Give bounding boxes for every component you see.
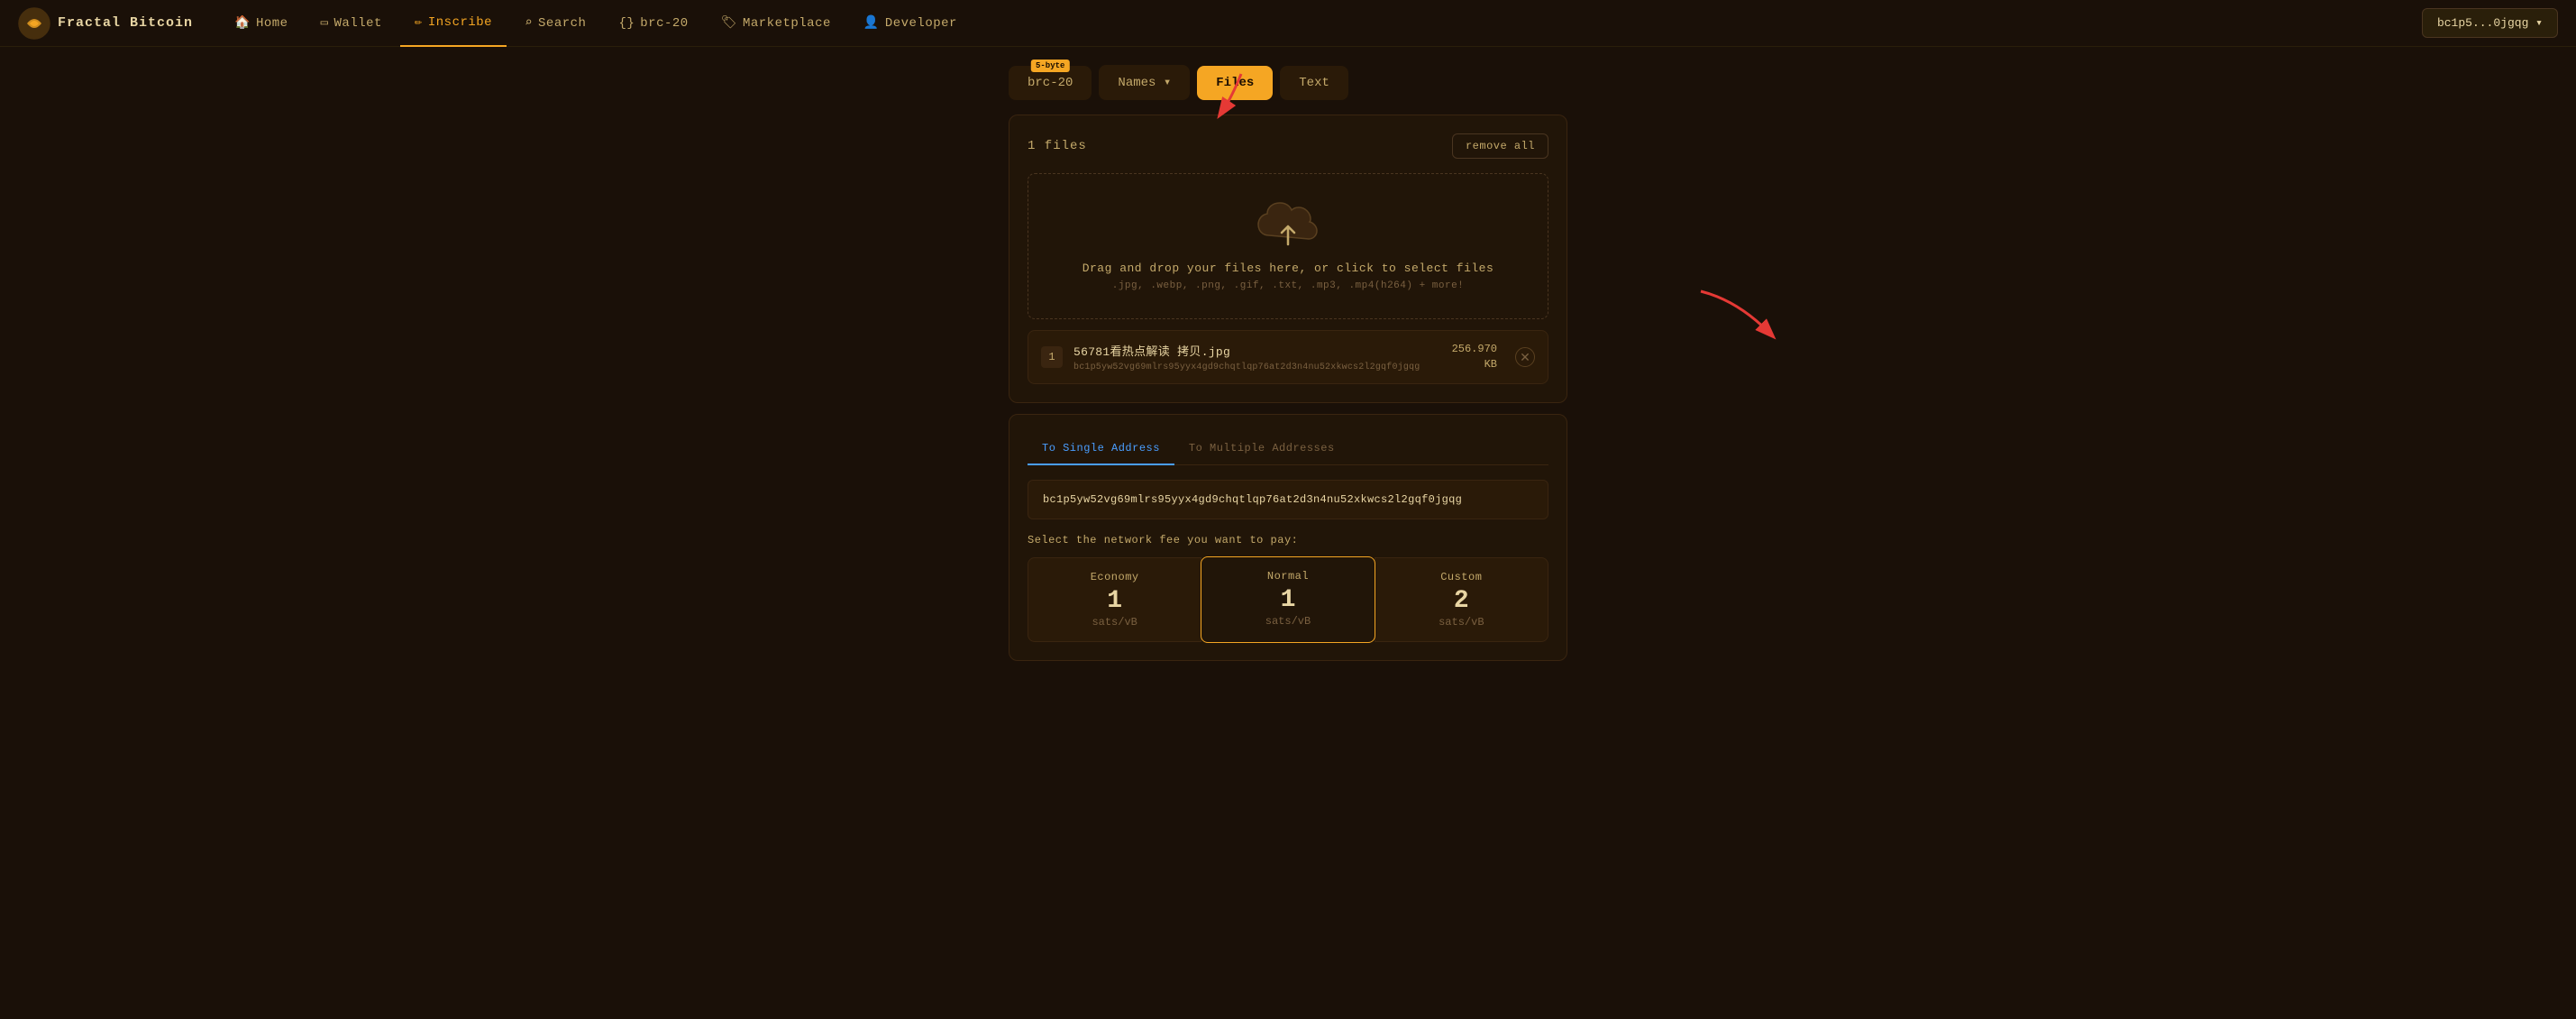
tabs-row: 5-byte brc-20 Names ▾ Files Text <box>1009 65 1567 100</box>
wallet-address-button[interactable]: bc1p5...0jgqg ▾ <box>2422 8 2558 38</box>
fee-custom-value: 2 <box>1384 589 1539 614</box>
file-item: 1 56781看热点解读 拷贝.jpg bc1p5yw52vg69mlrs95y… <box>1028 330 1548 384</box>
search-icon: ⌕ <box>525 15 533 31</box>
drop-zone[interactable]: Drag and drop your files here, or click … <box>1028 173 1548 319</box>
address-input[interactable] <box>1028 480 1548 519</box>
file-address: bc1p5yw52vg69mlrs95yyx4gd9chqtlqp76at2d3… <box>1073 363 1441 372</box>
file-size: 256.970 KB <box>1452 342 1497 372</box>
page-container: 5-byte brc-20 Names ▾ Files Text <box>1009 65 1567 672</box>
addr-tab-single[interactable]: To Single Address <box>1028 433 1174 465</box>
nav-label-inscribe: Inscribe <box>428 15 492 30</box>
drop-formats: .jpg, .webp, .png, .gif, .txt, .mp3, .mp… <box>1046 280 1530 291</box>
tab-badge-brc20: 5-byte <box>1031 60 1069 72</box>
fee-economy-unit: sats/vB <box>1037 616 1192 629</box>
nav-label-marketplace: Marketplace <box>743 16 831 31</box>
nav-label-wallet: Wallet <box>334 16 382 31</box>
fee-options: Economy 1 sats/vB Normal 1 sats/vB Custo… <box>1028 557 1548 642</box>
nav-right: bc1p5...0jgqg ▾ <box>2422 8 2558 38</box>
fee-option-normal[interactable]: Normal 1 sats/vB <box>1201 556 1375 643</box>
fee-custom-name: Custom <box>1384 571 1539 583</box>
nav-item-developer[interactable]: 👤 Developer <box>849 0 972 47</box>
marketplace-icon: 🏷 <box>721 15 737 31</box>
home-icon: 🏠 <box>234 15 251 31</box>
file-remove-button[interactable]: ✕ <box>1515 347 1535 367</box>
logo[interactable]: Fractal Bitcoin <box>18 7 193 40</box>
upload-icon-wrapper <box>1046 201 1530 251</box>
wallet-address-label: bc1p5...0jgqg ▾ <box>2437 16 2543 30</box>
tab-files[interactable]: Files <box>1197 66 1273 100</box>
section-header: 1 files remove all <box>1028 133 1548 159</box>
tab-text[interactable]: Text <box>1280 66 1348 100</box>
file-info: 56781看热点解读 拷贝.jpg bc1p5yw52vg69mlrs95yyx… <box>1073 342 1441 372</box>
nav-item-wallet[interactable]: ▭ Wallet <box>306 0 397 47</box>
nav-item-inscribe[interactable]: ✏ Inscribe <box>400 0 507 47</box>
nav-item-search[interactable]: ⌕ Search <box>510 0 600 47</box>
file-number: 1 <box>1041 346 1063 368</box>
files-count: 1 files <box>1028 139 1087 153</box>
fee-economy-name: Economy <box>1037 571 1192 583</box>
logo-text: Fractal Bitcoin <box>58 15 193 31</box>
fee-normal-unit: sats/vB <box>1210 615 1365 628</box>
remove-all-button[interactable]: remove all <box>1452 133 1548 159</box>
nav-items: 🏠 Home ▭ Wallet ✏ Inscribe ⌕ Search {} b… <box>220 0 2422 47</box>
navbar: Fractal Bitcoin 🏠 Home ▭ Wallet ✏ Inscri… <box>0 0 2576 47</box>
tabs-section: 5-byte brc-20 Names ▾ Files Text <box>1009 65 1567 100</box>
inscribe-icon: ✏ <box>415 14 423 30</box>
upload-section: 1 files remove all Drag and drop your fi… <box>1009 115 1567 403</box>
fee-option-custom[interactable]: Custom 2 sats/vB <box>1375 557 1548 642</box>
tab-brc20[interactable]: 5-byte brc-20 <box>1009 66 1092 100</box>
nav-label-home: Home <box>256 16 288 31</box>
nav-item-home[interactable]: 🏠 Home <box>220 0 303 47</box>
nav-label-brc20: brc-20 <box>640 16 688 31</box>
wallet-icon: ▭ <box>321 15 329 31</box>
nav-label-developer: Developer <box>885 16 957 31</box>
drop-text: Drag and drop your files here, or click … <box>1046 262 1530 275</box>
fee-normal-name: Normal <box>1210 570 1365 583</box>
nav-item-brc20[interactable]: {} brc-20 <box>604 0 702 47</box>
nav-label-search: Search <box>538 16 586 31</box>
nav-item-marketplace[interactable]: 🏷 Marketplace <box>707 0 845 47</box>
main-content: 5-byte brc-20 Names ▾ Files Text <box>0 47 2576 690</box>
fee-normal-value: 1 <box>1210 588 1365 613</box>
brc20-icon: {} <box>618 16 635 31</box>
upload-cloud-icon <box>1256 201 1320 251</box>
file-name: 56781看热点解读 拷贝.jpg <box>1073 342 1441 359</box>
fee-custom-unit: sats/vB <box>1384 616 1539 629</box>
fee-label: Select the network fee you want to pay: <box>1028 534 1548 546</box>
developer-icon: 👤 <box>863 15 880 31</box>
address-section: To Single Address To Multiple Addresses … <box>1009 414 1567 661</box>
fee-option-economy[interactable]: Economy 1 sats/vB <box>1028 557 1201 642</box>
tab-names[interactable]: Names ▾ <box>1099 65 1190 100</box>
fee-economy-value: 1 <box>1037 589 1192 614</box>
address-tabs: To Single Address To Multiple Addresses <box>1028 433 1548 465</box>
addr-tab-multiple[interactable]: To Multiple Addresses <box>1174 433 1349 465</box>
